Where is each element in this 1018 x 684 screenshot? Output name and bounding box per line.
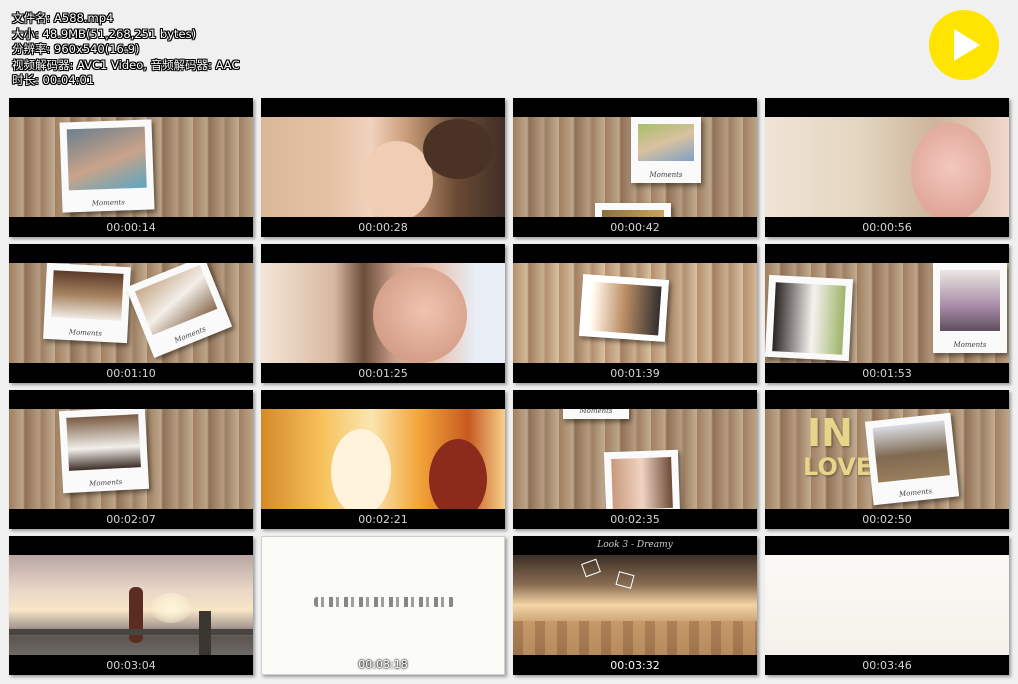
thumbnail-timestamp: 00:03:32 — [610, 659, 660, 672]
photo-caption: Moments — [91, 198, 125, 208]
thumbnail-timestamp: 00:01:39 — [610, 367, 660, 380]
polaroid-photo — [603, 449, 681, 509]
polaroid-photo — [578, 274, 670, 342]
polaroid-photo: Moments — [864, 412, 960, 506]
thumbnail-timestamp: 00:01:25 — [358, 367, 408, 380]
file-info-panel: 文件名: A588.mp4 大小: 48.9MB(51,268,251 byte… — [12, 11, 239, 89]
photo-caption: Moments — [898, 487, 933, 499]
thumbnail-frame: Moments — [9, 117, 253, 217]
thumbnail-1[interactable]: Moments 00:00:14 — [9, 98, 253, 237]
thumbnail-timestamp: 00:02:50 — [862, 513, 912, 526]
polaroid-photo: Moments — [563, 409, 629, 419]
in-text: IN — [807, 411, 853, 455]
thumbnail-4[interactable]: 00:00:56 — [765, 98, 1009, 237]
photo-caption: Moments — [88, 478, 123, 488]
video-codecs: 视频解码器: AVC1 Video, 音频解码器: AAC — [12, 57, 240, 72]
file-size: 大小: 48.9MB(51,268,251 bytes) — [12, 26, 197, 41]
file-name: 文件名: A588.mp4 — [12, 11, 114, 25]
love-text: LOVE — [803, 453, 873, 481]
thumbnail-timestamp: 00:00:42 — [610, 221, 660, 234]
thumbnail-timestamp: 00:01:10 — [106, 367, 156, 380]
play-button[interactable] — [929, 10, 999, 80]
thumbnail-frame — [262, 537, 504, 674]
polaroid-photo — [595, 203, 671, 217]
thumbnail-timestamp: 00:03:46 — [862, 659, 912, 672]
polaroid-photo: Moments — [125, 263, 233, 358]
thumbnail-6[interactable]: 00:01:25 — [261, 244, 505, 383]
thumbnail-frame — [765, 555, 1009, 655]
thumbnail-16[interactable]: 00:03:46 — [765, 536, 1009, 675]
photo-caption: Moments — [579, 409, 613, 415]
thumbnail-frame: Moments — [9, 409, 253, 509]
video-resolution: 分辨率: 960x540(16:9) — [12, 42, 140, 56]
thumbnail-frame — [765, 117, 1009, 217]
thumbnail-grid: Moments 00:00:14 00:00:28 Moments 00:00:… — [9, 98, 1011, 678]
polaroid-photo: Moments — [631, 117, 701, 183]
thumbnail-13[interactable]: 00:03:04 — [9, 536, 253, 675]
thumbnail-frame: IN LOVE Moments — [765, 409, 1009, 509]
thumbnail-14[interactable]: 00:03:18 — [261, 536, 505, 675]
polaroid-photo — [765, 274, 854, 362]
thumbnail-timestamp: 00:00:14 — [106, 221, 156, 234]
polaroid-photo: Moments — [59, 119, 155, 213]
thumbnail-timestamp: 00:03:18 — [358, 658, 408, 671]
thumbnail-7[interactable]: 00:01:39 — [513, 244, 757, 383]
photo-caption: Moments — [68, 328, 103, 338]
thumbnail-15[interactable]: Look 3 - Dreamy 00:03:32 — [513, 536, 757, 675]
look-caption: Look 3 - Dreamy — [597, 540, 673, 550]
thumbnail-frame — [261, 409, 505, 509]
polaroid-photo: Moments — [933, 263, 1007, 353]
thumbnail-9[interactable]: Moments 00:02:07 — [9, 390, 253, 529]
thumbnail-timestamp: 00:00:28 — [358, 221, 408, 234]
photo-caption: Moments — [953, 341, 987, 349]
thumbnail-frame: Moments — [513, 117, 757, 217]
thumbnail-frame — [261, 263, 505, 363]
thumbnail-2[interactable]: 00:00:28 — [261, 98, 505, 237]
thumbnail-timestamp: 00:02:21 — [358, 513, 408, 526]
thumbnail-8[interactable]: Moments 00:01:53 — [765, 244, 1009, 383]
thumbnail-frame: Moments — [513, 409, 757, 509]
thumbnail-3[interactable]: Moments 00:00:42 — [513, 98, 757, 237]
polaroid-photo: Moments — [43, 263, 131, 344]
thumbnail-10[interactable]: 00:02:21 — [261, 390, 505, 529]
thumbnail-frame — [513, 263, 757, 363]
thumbnail-frame: Moments Moments — [9, 263, 253, 363]
thumbnail-12[interactable]: IN LOVE Moments 00:02:50 — [765, 390, 1009, 529]
thumbnail-frame — [9, 555, 253, 655]
thumbnail-frame — [261, 117, 505, 217]
thumbnail-frame — [513, 555, 757, 655]
play-icon — [954, 29, 980, 61]
photo-caption: Moments — [649, 171, 683, 179]
video-duration: 时长: 00:04:01 — [12, 73, 95, 87]
thumbnail-timestamp: 00:00:56 — [862, 221, 912, 234]
thumbnail-11[interactable]: Moments 00:02:35 — [513, 390, 757, 529]
thumbnail-frame: Moments — [765, 263, 1009, 363]
thumbnail-5[interactable]: Moments Moments 00:01:10 — [9, 244, 253, 383]
polaroid-photo: Moments — [58, 409, 150, 494]
thumbnail-timestamp: 00:02:07 — [106, 513, 156, 526]
thumbnail-timestamp: 00:03:04 — [106, 659, 156, 672]
thumbnail-timestamp: 00:02:35 — [610, 513, 660, 526]
thumbnail-timestamp: 00:01:53 — [862, 367, 912, 380]
